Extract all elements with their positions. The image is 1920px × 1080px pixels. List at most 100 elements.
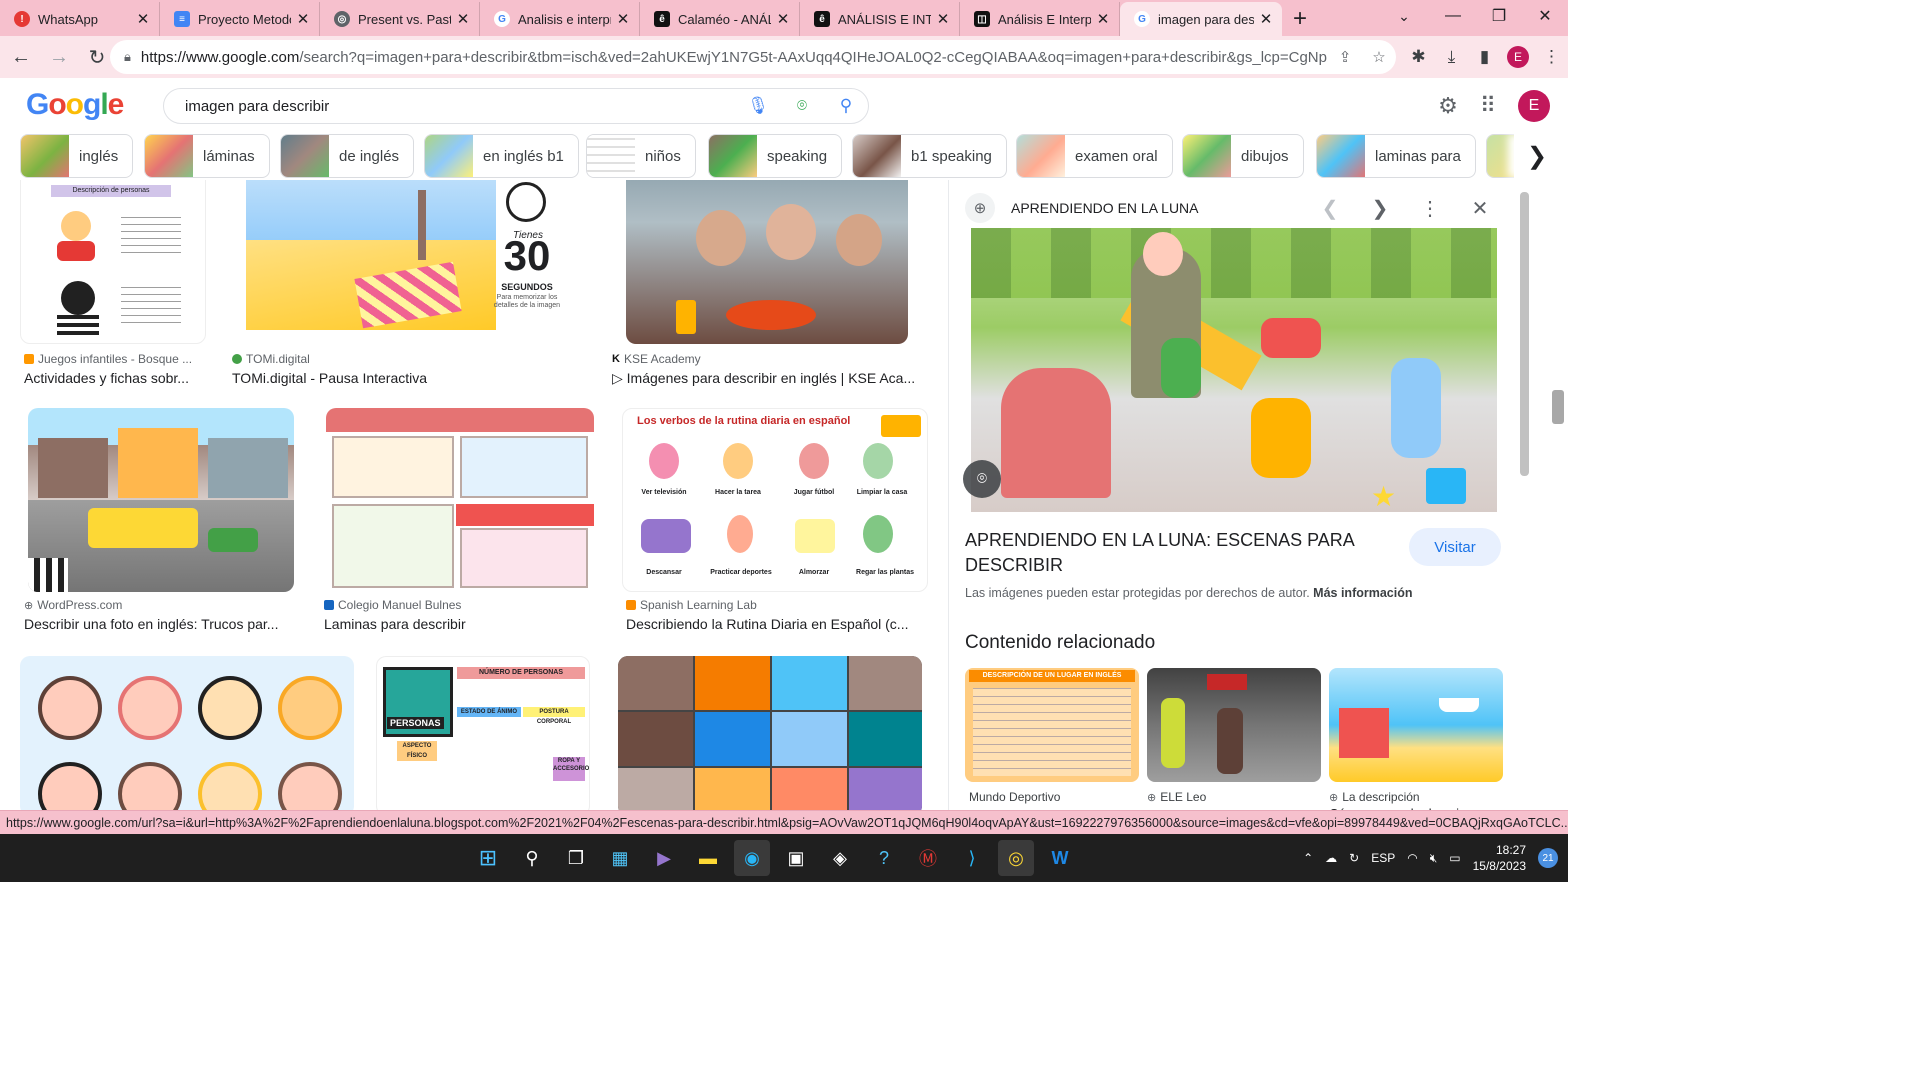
new-tab-button[interactable]: + (1282, 2, 1318, 36)
app-icon[interactable]: ◈ (822, 840, 858, 876)
volume-muted-icon[interactable]: 🔇︎ (1430, 851, 1438, 866)
back-icon[interactable]: ← (4, 40, 38, 74)
close-icon[interactable]: ✕ (1455, 196, 1505, 221)
tab-analisis[interactable]: G Analisis e interpre ✕ (480, 2, 640, 36)
restore-icon[interactable]: ❐ (1476, 0, 1522, 32)
tab-proyecto[interactable]: ≡ Proyecto Metodo ✕ (160, 2, 320, 36)
chips-next-chevron-icon[interactable]: ❯ (1514, 134, 1560, 178)
store-icon[interactable]: ▣ (778, 840, 814, 876)
help-icon[interactable]: ? (866, 840, 902, 876)
result-card[interactable]: Descripción de personas Juegos infantile… (20, 180, 206, 390)
sync-icon[interactable]: ↻ (1349, 851, 1359, 865)
result-image[interactable] (618, 656, 922, 810)
download-icon[interactable]: ⤓ (1435, 41, 1468, 74)
result-image[interactable]: PERSONAS NÚMERO DE PERSONAS ESTADO DE ÁN… (376, 656, 590, 810)
scrollbar-thumb[interactable] (1552, 390, 1564, 424)
close-tab-icon[interactable]: ✕ (775, 10, 791, 28)
result-source[interactable]: TOMi.digital (232, 352, 310, 366)
related-item[interactable]: ⊕ ELE Leo (1147, 668, 1321, 804)
settings-gear-icon[interactable]: ⚙ (1438, 93, 1458, 119)
previous-chevron-icon[interactable]: ❮ (1305, 196, 1355, 221)
result-card[interactable]: Colegio Manuel Bulnes Laminas para descr… (318, 408, 604, 638)
result-title[interactable]: Describir una foto en inglés: Trucos par… (24, 616, 306, 632)
voice-search-icon[interactable]: 🎙︎ (736, 96, 780, 116)
chip-speaking[interactable]: speaking (708, 134, 843, 178)
search-input[interactable]: imagen para describir (185, 98, 736, 115)
chip-laminas[interactable]: láminas (144, 134, 270, 178)
profile-avatar[interactable]: E (1507, 46, 1529, 68)
visit-button[interactable]: Visitar (1409, 528, 1501, 566)
chip-ingles[interactable]: inglés (20, 134, 134, 178)
result-card[interactable] (612, 656, 928, 810)
address-bar[interactable]: 🔒︎ https://www.google.com/search?q=image… (110, 40, 1396, 74)
close-tab-icon[interactable]: ✕ (295, 10, 311, 28)
result-title[interactable]: Describiendo la Rutina Diaria en Español… (626, 616, 926, 632)
tab-search-chevron-icon[interactable]: ⌄ (1390, 4, 1418, 28)
tab-present-past[interactable]: ◎ Present vs. Past T ✕ (320, 2, 480, 36)
panel-scrollbar[interactable] (1518, 180, 1532, 810)
edge-icon[interactable]: ◉ (734, 840, 770, 876)
close-tab-icon[interactable]: ✕ (615, 10, 631, 28)
close-tab-icon[interactable]: ✕ (455, 10, 471, 28)
tab-imagen-para-describir[interactable]: G imagen para desc ✕ (1120, 2, 1282, 36)
chip-de-ingles[interactable]: de inglés (280, 134, 415, 178)
result-title[interactable]: Actividades y fichas sobr... (24, 370, 208, 386)
related-image[interactable] (1147, 668, 1321, 782)
show-hidden-icons-chevron-icon[interactable]: ⌃ (1303, 851, 1313, 865)
result-title[interactable]: Laminas para describir (324, 616, 602, 632)
tab-analisis-inter[interactable]: ê ANÁLISIS E INTER ✕ (800, 2, 960, 36)
result-image[interactable] (28, 408, 294, 592)
side-panel-icon[interactable]: ▮ (1468, 41, 1501, 74)
preview-image[interactable]: ★ (971, 228, 1497, 512)
result-source[interactable]: Spanish Learning Lab (626, 598, 757, 612)
bookmark-star-icon[interactable]: ☆ (1362, 48, 1396, 66)
minimize-icon[interactable]: — (1430, 0, 1476, 32)
close-tab-icon[interactable]: ✕ (1095, 10, 1111, 28)
search-icon[interactable]: ⚲ (824, 96, 868, 116)
onedrive-cloud-icon[interactable]: ☁ (1325, 851, 1337, 865)
windows-start-icon[interactable]: ⊞ (470, 840, 506, 876)
search-icon[interactable]: ⚲ (514, 840, 550, 876)
teams-chat-icon[interactable]: ▶ (646, 840, 682, 876)
scrollbar-thumb[interactable] (1520, 192, 1529, 476)
related-item[interactable]: DESCRIPCIÓN DE UN LUGAR EN INGLÉS Mundo … (965, 668, 1139, 804)
chip-b1-speaking[interactable]: b1 speaking (852, 134, 1007, 178)
task-view-icon[interactable]: ❐ (558, 840, 594, 876)
vscode-icon[interactable]: ⟩ (954, 840, 990, 876)
extensions-icon[interactable]: ✱ (1402, 41, 1435, 74)
tab-whatsapp[interactable]: ! WhatsApp ✕ (0, 2, 160, 36)
google-logo[interactable]: Google (26, 88, 124, 122)
tab-analisis-e-interpre[interactable]: ◫ Análisis E Interpre ✕ (960, 2, 1120, 36)
chip-dibujos[interactable]: dibujos (1182, 134, 1304, 178)
forward-icon[interactable]: → (42, 40, 76, 74)
menu-kebab-icon[interactable]: ⋮ (1535, 41, 1568, 74)
google-account-avatar[interactable]: E (1518, 90, 1550, 122)
chip-en-ingles-b1[interactable]: en inglés b1 (424, 134, 579, 178)
result-card[interactable]: K KSE Academy ▷ Imágenes para describir e… (608, 180, 928, 390)
result-title[interactable]: TOMi.digital - Pausa Interactiva (232, 370, 572, 386)
chrome-icon[interactable]: ◎ (998, 840, 1034, 876)
related-item[interactable]: ⊕La descripción Cómo se puede descri... (1329, 668, 1503, 816)
chip-laminas-para[interactable]: laminas para (1316, 134, 1476, 178)
widgets-icon[interactable]: ▦ (602, 840, 638, 876)
next-chevron-icon[interactable]: ❯ (1355, 196, 1405, 221)
result-card[interactable]: Tienes 30 SEGUNDOS Para memorizar los de… (228, 180, 586, 390)
result-source[interactable]: Juegos infantiles - Bosque ... (24, 352, 192, 366)
chip-examen-oral[interactable]: examen oral (1016, 134, 1173, 178)
result-image[interactable]: Descripción de personas (20, 180, 206, 344)
result-image[interactable] (326, 408, 594, 592)
language-indicator[interactable]: ESP (1371, 851, 1395, 865)
apps-grid-icon[interactable]: ⠿ (1480, 93, 1496, 119)
result-card[interactable]: Los verbos de la rutina diaria en españo… (622, 408, 928, 638)
tab-calameo[interactable]: ê Calaméo - ANÁLI ✕ (640, 2, 800, 36)
mcafee-icon[interactable]: Ⓜ (910, 840, 946, 876)
close-window-icon[interactable]: ✕ (1522, 0, 1568, 32)
lock-icon[interactable]: 🔒︎ (124, 49, 131, 65)
result-image[interactable]: Los verbos de la rutina diaria en españo… (622, 408, 928, 592)
result-image[interactable] (20, 656, 354, 810)
close-tab-icon[interactable]: ✕ (935, 10, 951, 28)
more-options-icon[interactable]: ⋮ (1405, 196, 1455, 221)
result-card[interactable] (20, 656, 354, 810)
result-source[interactable]: Colegio Manuel Bulnes (324, 598, 461, 612)
search-box[interactable]: imagen para describir 🎙︎ ⌾ ⚲ (163, 88, 869, 124)
